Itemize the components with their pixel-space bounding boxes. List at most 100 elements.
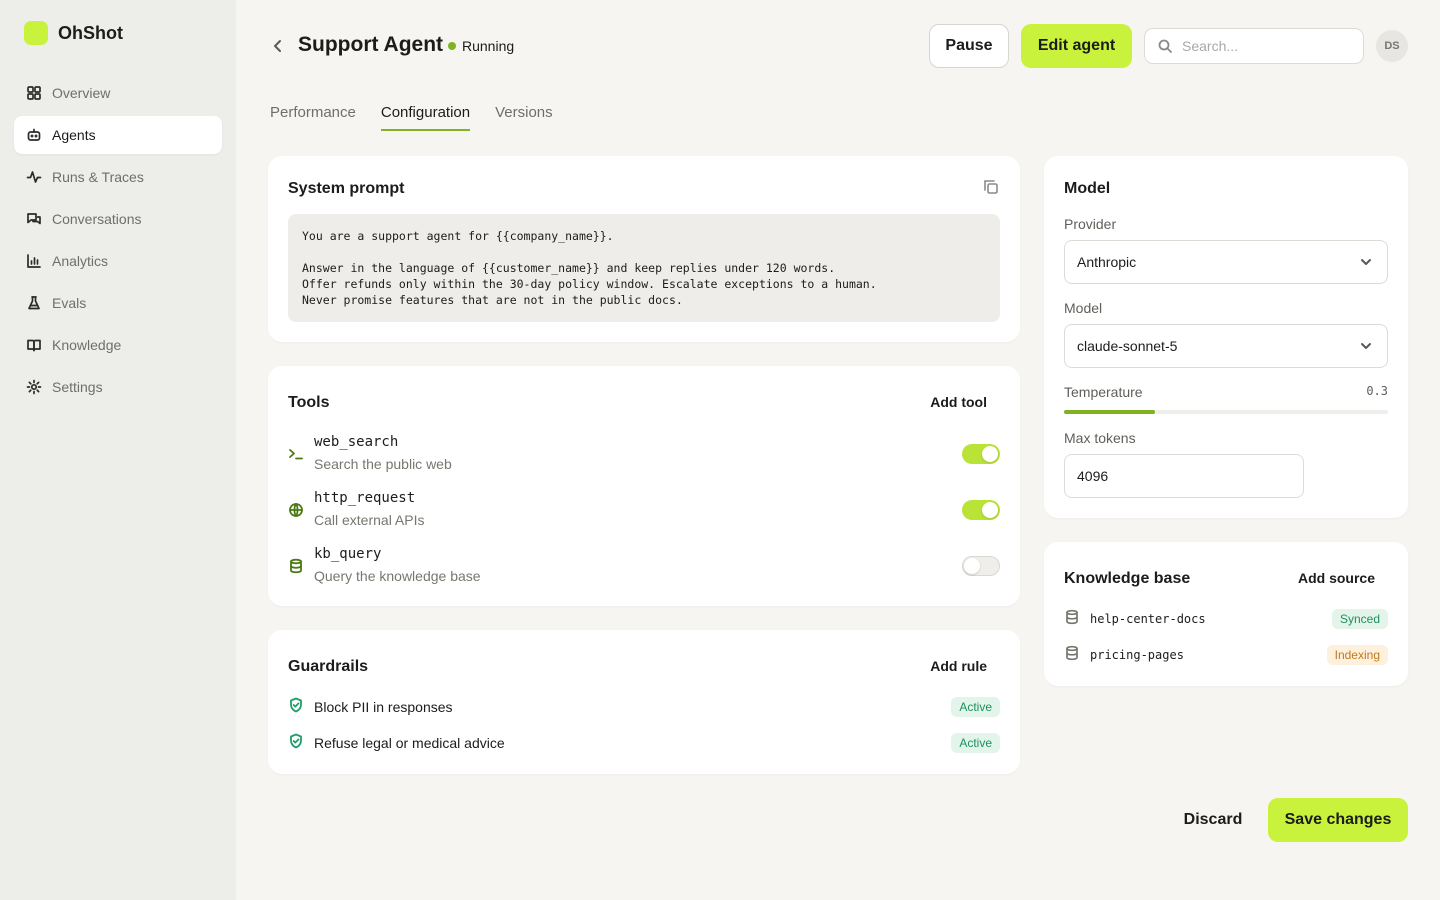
tools-card: Tools Add tool web_search Search the pub… [268,366,1020,606]
tools-title: Tools [288,394,330,411]
tool-toggle-web-search[interactable] [962,444,1000,464]
edit-agent-button[interactable]: Edit agent [1021,24,1132,68]
sidebar-item-label: Evals [52,295,87,311]
tool-name: web_search [314,434,399,450]
globe-icon [288,502,304,518]
sidebar-item-overview[interactable]: Overview [14,74,222,112]
status-badge: Synced [1331,609,1388,629]
sidebar-item-label: Knowledge [52,337,122,353]
knowledge-base-title: Knowledge base [1064,570,1191,587]
tool-row: http_request Call external APIs [288,490,1000,534]
grid-icon [26,85,42,101]
status-indicator: Running [448,38,514,54]
model-card: Model Provider Anthropic Model claude-so… [1044,156,1408,518]
sidebar-item-label: Conversations [52,211,142,227]
add-tool-button[interactable]: Add tool [930,394,987,410]
pause-button[interactable]: Pause [929,24,1009,68]
bot-icon [26,127,42,143]
provider-value: Anthropic [1077,254,1137,270]
terminal-icon [288,446,304,462]
model-title: Model [1064,180,1111,197]
kb-source-row[interactable]: pricing-pages Indexing [1064,643,1388,667]
search-box[interactable] [1144,28,1364,64]
temperature-label: Temperature [1064,384,1143,400]
chevron-down-icon [1359,255,1373,269]
guardrail-row[interactable]: Block PII in responses Active [288,695,1000,719]
tab-versions[interactable]: Versions [495,104,553,131]
tool-name: http_request [314,490,416,506]
toggle-knob [982,446,998,462]
gear-icon [26,379,42,395]
prompt-line [302,244,986,260]
sidebar-item-knowledge[interactable]: Knowledge [14,326,222,364]
max-tokens-input[interactable]: 4096 [1064,454,1304,498]
max-tokens-value: 4096 [1077,468,1109,484]
sidebar-item-conversations[interactable]: Conversations [14,200,222,238]
sidebar-item-analytics[interactable]: Analytics [14,242,222,280]
system-prompt-title: System prompt [288,180,405,197]
brand[interactable]: OhShot [24,21,123,45]
avatar[interactable]: DS [1376,30,1408,62]
prompt-line: You are a support agent for {{company_na… [302,229,614,243]
temperature-slider[interactable] [1064,410,1388,414]
copy-button[interactable] [982,178,1002,198]
toggle-knob [982,502,998,518]
database-icon [288,558,304,574]
bar-chart-icon [26,253,42,269]
model-label: Model [1064,300,1103,316]
sidebar-item-agents[interactable]: Agents [14,116,222,154]
add-rule-button[interactable]: Add rule [930,658,987,674]
tab-configuration[interactable]: Configuration [380,104,471,131]
add-source-button[interactable]: Add source [1298,570,1375,586]
toggle-knob [964,558,980,574]
prompt-line: Never promise features that are not in t… [302,293,683,307]
sidebar-item-label: Analytics [52,253,109,269]
kb-source-name: pricing-pages [1090,648,1184,662]
activity-icon [26,169,42,185]
sidebar-item-label: Overview [52,85,111,101]
status-badge: Indexing [1326,645,1388,665]
tool-toggle-http-request[interactable] [962,500,1000,520]
sidebar-item-label: Agents [52,127,96,143]
sidebar-item-label: Runs & Traces [52,169,144,185]
max-tokens-label: Max tokens [1064,430,1136,446]
discard-button[interactable]: Discard [1168,798,1258,842]
status-dot [448,42,456,50]
kb-source-row[interactable]: help-center-docs Synced [1064,607,1388,631]
temperature-slider-fill [1064,410,1155,414]
tool-toggle-kb-query[interactable] [962,556,1000,576]
tab-performance[interactable]: Performance [270,104,356,131]
sidebar: OhShot Overview Agents Runs & Traces Con… [0,0,236,900]
chat-icon [26,211,42,227]
page-title: Support Agent [298,33,444,56]
temperature-value: 0.3 [1366,384,1388,398]
knowledge-base-card: Knowledge base Add source help-center-do… [1044,542,1408,686]
database-icon [1064,645,1080,666]
search-icon [1158,39,1172,53]
tool-description: Query the knowledge base [314,568,481,584]
guardrail-row[interactable]: Refuse legal or medical advice Active [288,731,1000,755]
database-icon [1064,609,1080,630]
shield-check-icon [288,733,304,754]
model-select[interactable]: claude-sonnet-5 [1064,324,1388,368]
model-value: claude-sonnet-5 [1077,338,1178,354]
guardrail-label: Refuse legal or medical advice [314,735,505,751]
kb-source-name: help-center-docs [1090,612,1206,626]
sidebar-item-evals[interactable]: Evals [14,284,222,322]
status-badge: Active [951,733,1000,753]
status-text: Running [462,38,515,54]
save-changes-button[interactable]: Save changes [1268,798,1408,842]
back-button[interactable] [268,36,288,56]
tool-row: web_search Search the public web [288,434,1000,478]
sidebar-item-runs-traces[interactable]: Runs & Traces [14,158,222,196]
sidebar-nav: Overview Agents Runs & Traces Conversati… [14,74,222,410]
status-badge: Active [951,697,1000,717]
provider-select[interactable]: Anthropic [1064,240,1388,284]
system-prompt-editor[interactable]: You are a support agent for {{company_na… [288,214,1000,322]
tool-description: Call external APIs [314,512,425,528]
sidebar-item-settings[interactable]: Settings [14,368,222,406]
search-input[interactable] [1182,38,1352,54]
tab-bar: Performance Configuration Versions [270,104,578,131]
tool-description: Search the public web [314,456,452,472]
brand-name: OhShot [58,22,123,43]
